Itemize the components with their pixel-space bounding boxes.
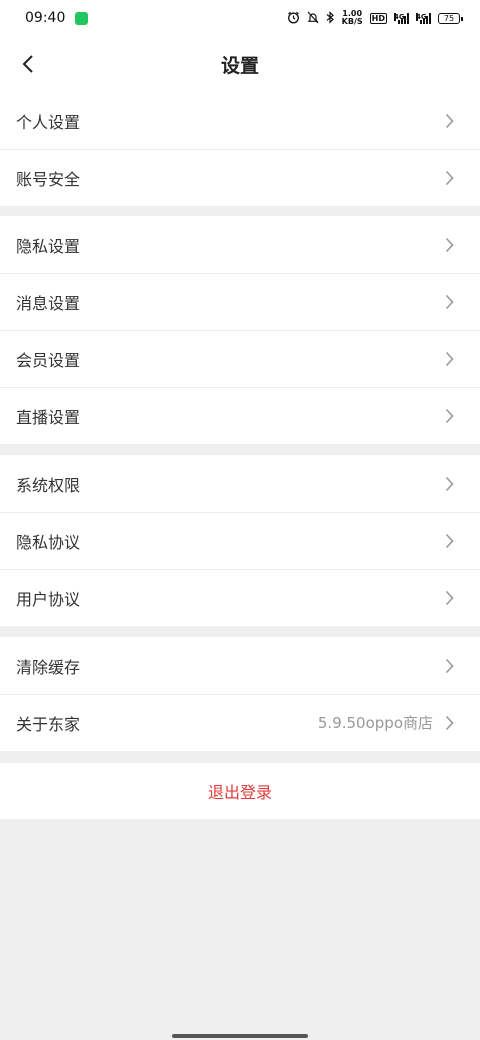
settings-group-about: 清除缓存 关于东家 5.9.50oppo商店 <box>0 637 480 751</box>
bluetooth-icon <box>326 10 335 26</box>
message-app-icon <box>75 11 89 25</box>
settings-item-membership[interactable]: 会员设置 <box>0 330 480 387</box>
settings-item-label: 直播设置 <box>16 407 81 427</box>
chevron-right-icon <box>445 294 454 310</box>
settings-item-user-agreement[interactable]: 用户协议 <box>0 569 480 626</box>
settings-item-label: 用户协议 <box>16 589 81 609</box>
settings-item-label: 系统权限 <box>16 475 81 495</box>
status-icons: 1.00 KB/S HD 4G 4G 75 <box>287 10 463 26</box>
settings-item-label: 账号安全 <box>16 169 81 189</box>
back-button[interactable] <box>14 50 42 78</box>
mute-icon <box>307 11 319 26</box>
chevron-right-icon <box>445 113 454 129</box>
signal-2-network-type: 4G <box>416 12 427 21</box>
settings-item-label: 个人设置 <box>16 112 81 132</box>
settings-group-account: 个人设置 账号安全 <box>0 92 480 206</box>
signal-1-icon: 4G <box>394 12 409 24</box>
settings-item-label: 隐私协议 <box>16 532 81 552</box>
settings-item-label: 关于东家 <box>16 714 81 734</box>
chevron-right-icon <box>445 408 454 424</box>
settings-item-personal[interactable]: 个人设置 <box>0 92 480 149</box>
settings-item-label: 清除缓存 <box>16 657 81 677</box>
chevron-right-icon <box>445 237 454 253</box>
settings-item-privacy-policy[interactable]: 隐私协议 <box>0 512 480 569</box>
chevron-left-icon <box>22 55 33 73</box>
nav-bar: 设置 <box>0 36 480 92</box>
chevron-right-icon <box>445 715 454 731</box>
chevron-right-icon <box>445 351 454 367</box>
network-speed: 1.00 KB/S <box>342 10 363 26</box>
chevron-right-icon <box>445 658 454 674</box>
settings-item-privacy[interactable]: 隐私设置 <box>0 216 480 273</box>
logout-button[interactable]: 退出登录 <box>0 763 480 819</box>
chevron-right-icon <box>445 590 454 606</box>
home-indicator[interactable] <box>172 1034 308 1038</box>
status-bar: 09:40 1.00 KB/S HD 4G 4G 75 <box>0 0 480 36</box>
settings-item-about[interactable]: 关于东家 5.9.50oppo商店 <box>0 694 480 751</box>
chevron-right-icon <box>445 533 454 549</box>
network-speed-unit: KB/S <box>341 17 363 26</box>
settings-item-account-security[interactable]: 账号安全 <box>0 149 480 206</box>
settings-item-clear-cache[interactable]: 清除缓存 <box>0 637 480 694</box>
settings-item-messages[interactable]: 消息设置 <box>0 273 480 330</box>
settings-item-live[interactable]: 直播设置 <box>0 387 480 444</box>
settings-item-label: 会员设置 <box>16 350 81 370</box>
signal-2-icon: 4G <box>416 12 431 24</box>
status-time: 09:40 <box>25 10 66 26</box>
page-title: 设置 <box>220 54 259 77</box>
app-version-value: 5.9.50oppo商店 <box>317 714 433 732</box>
chevron-right-icon <box>445 170 454 186</box>
logout-label: 退出登录 <box>207 783 272 802</box>
alarm-icon <box>287 11 300 26</box>
settings-group-legal: 系统权限 隐私协议 用户协议 <box>0 455 480 626</box>
signal-1-network-type: 4G <box>394 12 405 21</box>
hd-badge: HD <box>369 12 387 24</box>
settings-group-preferences: 隐私设置 消息设置 会员设置 直播设置 <box>0 216 480 444</box>
settings-item-label: 隐私设置 <box>16 236 81 256</box>
settings-item-system-permissions[interactable]: 系统权限 <box>0 455 480 512</box>
battery-icon: 75 <box>438 12 463 24</box>
chevron-right-icon <box>445 476 454 492</box>
settings-item-label: 消息设置 <box>16 293 81 313</box>
